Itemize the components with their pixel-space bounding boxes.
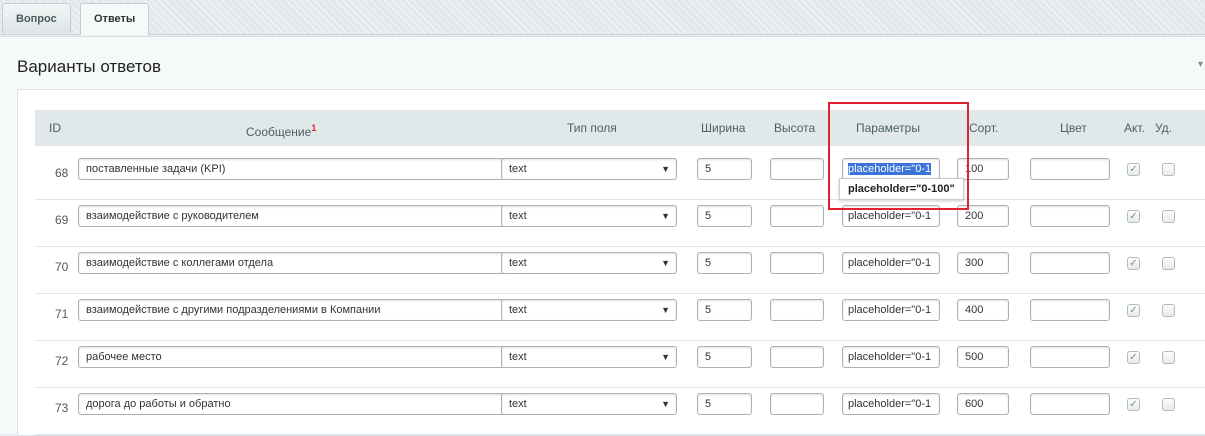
width-input[interactable]: 5 [697, 299, 752, 321]
message-input[interactable]: взаимодействие с коллегами отдела [78, 252, 508, 274]
params-value: placeholder="0-1 [848, 304, 932, 316]
delete-checkbox[interactable] [1162, 304, 1175, 317]
delete-checkbox[interactable] [1162, 163, 1175, 176]
row-id: 68 [55, 166, 69, 180]
color-input[interactable] [1030, 346, 1110, 368]
table-row: 68 поставленные задачи (KPI) text ▼ 5 placeho… [35, 152, 1205, 200]
chevron-down-icon: ▼ [661, 211, 670, 221]
params-tooltip: placeholder="0-100" [839, 178, 964, 200]
sort-input[interactable]: 300 [957, 252, 1009, 274]
active-checkbox[interactable]: ✓ [1127, 210, 1140, 223]
field-type-select[interactable]: text ▼ [501, 252, 677, 274]
sort-input[interactable]: 500 [957, 346, 1009, 368]
width-input[interactable]: 5 [697, 158, 752, 180]
sort-input[interactable]: 600 [957, 393, 1009, 415]
params-input[interactable]: placeholder="0-1 [842, 346, 940, 368]
height-input[interactable] [770, 205, 824, 227]
params-value: placeholder="0-1 [848, 398, 932, 410]
message-input[interactable]: дорога до работы и обратно [78, 393, 508, 415]
table-row: 70 взаимодействие с коллегами отдела text ▼… [35, 246, 1205, 294]
col-color: Цвет [1060, 121, 1087, 135]
color-input[interactable] [1030, 158, 1110, 180]
row-id: 73 [55, 401, 69, 415]
table-header: ID Сообщение1 Тип поля Ширина Высота Пар… [35, 110, 1205, 146]
height-input[interactable] [770, 252, 824, 274]
params-input[interactable]: placeholder="0-1 [842, 252, 940, 274]
width-input[interactable]: 5 [697, 205, 752, 227]
field-type-select[interactable]: text ▼ [501, 299, 677, 321]
row-id: 71 [55, 307, 69, 321]
tab-question[interactable]: Вопрос [2, 3, 71, 33]
field-type-select[interactable]: text ▼ [501, 205, 677, 227]
width-input[interactable]: 5 [697, 252, 752, 274]
col-sort: Сорт. [969, 121, 999, 135]
col-id: ID [49, 121, 61, 135]
table-row: 72 рабочее место text ▼ 5 placeholder="0-1 500… [35, 340, 1205, 388]
delete-checkbox[interactable] [1162, 210, 1175, 223]
chevron-down-icon: ▼ [661, 305, 670, 315]
col-field-type: Тип поля [567, 121, 617, 135]
answers-table: ID Сообщение1 Тип поля Ширина Высота Пар… [17, 89, 1205, 436]
field-type-select[interactable]: text ▼ [501, 158, 677, 180]
width-input[interactable]: 5 [697, 393, 752, 415]
tab-answers[interactable]: Ответы [80, 3, 150, 35]
height-input[interactable] [770, 346, 824, 368]
col-active: Акт. [1124, 121, 1145, 135]
color-input[interactable] [1030, 252, 1110, 274]
active-checkbox[interactable]: ✓ [1127, 163, 1140, 176]
field-type-select[interactable]: text ▼ [501, 346, 677, 368]
section-title: Варианты ответов [17, 57, 161, 76]
params-value: placeholder="0-1 [848, 257, 932, 269]
row-id: 69 [55, 213, 69, 227]
col-message: Сообщение1 [246, 123, 317, 139]
params-value: placeholder="0-1 [848, 210, 932, 222]
table-row: 73 дорога до работы и обратно text ▼ 5 placeh… [35, 387, 1205, 435]
chevron-down-icon: ▼ [661, 352, 670, 362]
col-width: Ширина [701, 121, 746, 135]
height-input[interactable] [770, 299, 824, 321]
delete-checkbox[interactable] [1162, 398, 1175, 411]
sort-input[interactable]: 400 [957, 299, 1009, 321]
delete-checkbox[interactable] [1162, 351, 1175, 364]
row-id: 72 [55, 354, 69, 368]
color-input[interactable] [1030, 393, 1110, 415]
chevron-down-icon: ▼ [661, 164, 670, 174]
width-input[interactable]: 5 [697, 346, 752, 368]
message-input[interactable]: взаимодействие с руководителем [78, 205, 508, 227]
chevron-down-icon: ▼ [661, 258, 670, 268]
height-input[interactable] [770, 393, 824, 415]
delete-checkbox[interactable] [1162, 257, 1175, 270]
message-input[interactable]: рабочее место [78, 346, 508, 368]
params-input[interactable]: placeholder="0-1 [842, 299, 940, 321]
color-input[interactable] [1030, 299, 1110, 321]
params-input[interactable]: placeholder="0-1 [842, 393, 940, 415]
col-height: Высота [774, 121, 816, 135]
active-checkbox[interactable]: ✓ [1127, 351, 1140, 364]
tab-bar: Вопрос Ответы [0, 0, 1205, 35]
params-value: placeholder="0-1 [848, 351, 932, 363]
table-row: 71 взаимодействие с другими подразделения… [35, 293, 1205, 341]
collapse-arrow-icon[interactable]: ▾ [1198, 59, 1203, 70]
table-row: 69 взаимодействие с руководителем text ▼ 5 pl… [35, 199, 1205, 247]
message-input[interactable]: взаимодействие с другими подразделениями… [78, 299, 508, 321]
message-input[interactable]: поставленные задачи (KPI) [78, 158, 508, 180]
height-input[interactable] [770, 158, 824, 180]
field-type-select[interactable]: text ▼ [501, 393, 677, 415]
active-checkbox[interactable]: ✓ [1127, 304, 1140, 317]
answers-panel: Варианты ответов ▾ ID Сообщение1 Тип пол… [0, 36, 1205, 436]
active-checkbox[interactable]: ✓ [1127, 398, 1140, 411]
row-id: 70 [55, 260, 69, 274]
color-input[interactable] [1030, 205, 1110, 227]
col-delete: Уд. [1155, 121, 1173, 135]
chevron-down-icon: ▼ [661, 399, 670, 409]
active-checkbox[interactable]: ✓ [1127, 257, 1140, 270]
